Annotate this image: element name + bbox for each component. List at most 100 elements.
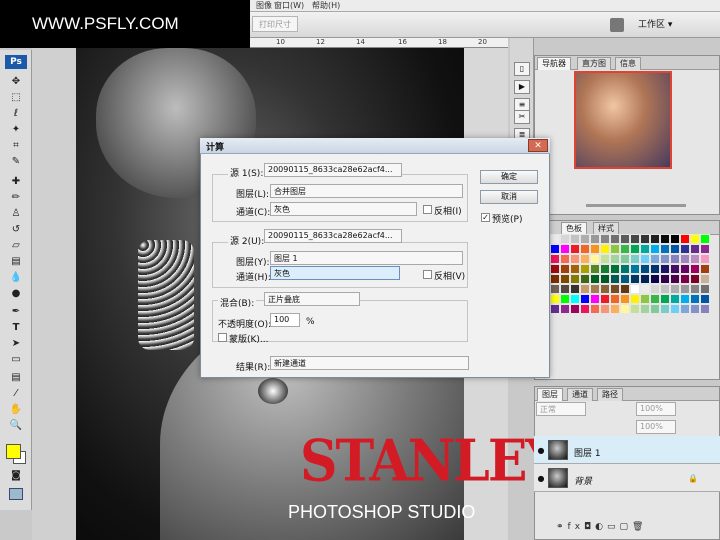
color-swatch[interactable]	[570, 254, 580, 264]
source2-layer-select[interactable]: 图层 1	[270, 251, 463, 265]
quick-mask-icon[interactable]: ◙	[9, 470, 23, 482]
color-swatch[interactable]	[690, 234, 700, 244]
mask-checkbox[interactable]	[218, 333, 227, 342]
color-swatch[interactable]	[600, 294, 610, 304]
blur-tool-icon[interactable]: 💧	[9, 272, 23, 284]
color-swatch[interactable]	[660, 264, 670, 274]
color-swatch[interactable]	[630, 254, 640, 264]
color-swatch[interactable]	[590, 304, 600, 314]
color-swatch[interactable]	[670, 234, 680, 244]
notes-tool-icon[interactable]: ▤	[9, 372, 23, 384]
blend-mode-select[interactable]: 正常	[536, 402, 586, 416]
color-swatch[interactable]	[600, 264, 610, 274]
color-swatch[interactable]	[580, 294, 590, 304]
color-swatch[interactable]	[650, 254, 660, 264]
layer-opacity-field[interactable]: 100%	[636, 402, 676, 416]
color-swatch[interactable]	[630, 264, 640, 274]
color-swatch[interactable]	[660, 294, 670, 304]
color-swatch[interactable]	[670, 264, 680, 274]
color-swatch[interactable]	[650, 284, 660, 294]
clone-stamp-icon[interactable]: ♙	[9, 208, 23, 220]
layer-fill-field[interactable]: 100%	[636, 420, 676, 434]
color-swatch[interactable]	[640, 294, 650, 304]
hand-tool-icon[interactable]: ✋	[9, 404, 23, 416]
source2-invert-checkbox[interactable]	[423, 270, 432, 279]
close-icon[interactable]: ✕	[528, 139, 548, 152]
color-swatch[interactable]	[580, 244, 590, 254]
color-swatch[interactable]	[560, 254, 570, 264]
color-swatch[interactable]	[680, 294, 690, 304]
tab-paths[interactable]: 路径	[597, 388, 623, 401]
bridge-icon[interactable]	[610, 18, 624, 32]
color-swatch[interactable]	[680, 304, 690, 314]
pen-tool-icon[interactable]: ✒	[9, 306, 23, 318]
color-swatch[interactable]	[640, 274, 650, 284]
menu-image[interactable]: 图像	[256, 0, 272, 11]
color-swatch[interactable]	[690, 244, 700, 254]
color-swatch[interactable]	[590, 294, 600, 304]
color-swatch[interactable]	[700, 264, 710, 274]
zoom-tool-icon[interactable]: 🔍	[9, 420, 23, 432]
color-swatch[interactable]	[680, 284, 690, 294]
color-swatch[interactable]	[550, 234, 560, 244]
color-swatch[interactable]	[610, 284, 620, 294]
color-swatch[interactable]	[640, 284, 650, 294]
color-swatch[interactable]	[590, 284, 600, 294]
color-swatch[interactable]	[650, 304, 660, 314]
color-swatch[interactable]	[550, 274, 560, 284]
tab-channels[interactable]: 通道	[567, 388, 593, 401]
color-swatch[interactable]	[670, 254, 680, 264]
tab-layers[interactable]: 图层	[537, 388, 563, 401]
type-tool-icon[interactable]: T	[9, 322, 23, 334]
color-swatch[interactable]	[570, 284, 580, 294]
color-swatch[interactable]	[620, 284, 630, 294]
eyedropper-tool-icon[interactable]: ✎	[9, 156, 23, 168]
color-swatch[interactable]	[580, 304, 590, 314]
gradient-tool-icon[interactable]: ▤	[9, 256, 23, 268]
color-swatch[interactable]	[560, 284, 570, 294]
source1-channel-select[interactable]: 灰色	[270, 202, 417, 216]
color-swatch[interactable]	[630, 234, 640, 244]
color-swatch[interactable]	[600, 304, 610, 314]
color-swatch[interactable]	[620, 254, 630, 264]
color-swatch[interactable]	[680, 244, 690, 254]
color-swatch[interactable]	[700, 284, 710, 294]
color-swatch[interactable]	[700, 274, 710, 284]
color-swatch[interactable]	[600, 254, 610, 264]
workspace-button[interactable]: 工作区 ▾	[638, 17, 672, 30]
color-swatch[interactable]	[670, 304, 680, 314]
color-swatch[interactable]	[560, 264, 570, 274]
brush-tool-icon[interactable]: ✏	[9, 192, 23, 204]
color-swatch[interactable]	[640, 234, 650, 244]
color-swatch[interactable]	[620, 274, 630, 284]
color-swatch[interactable]	[620, 294, 630, 304]
preview-checkbox[interactable]: ✓	[481, 213, 490, 222]
color-swatch[interactable]	[610, 294, 620, 304]
color-swatch[interactable]	[630, 294, 640, 304]
color-swatch[interactable]	[560, 294, 570, 304]
color-swatch[interactable]	[660, 284, 670, 294]
color-swatch[interactable]	[690, 294, 700, 304]
color-swatch[interactable]	[650, 264, 660, 274]
visibility-eye-icon[interactable]: ●	[536, 446, 546, 455]
visibility-eye-icon[interactable]: ●	[536, 474, 546, 483]
color-swatch[interactable]	[560, 304, 570, 314]
layer-name[interactable]: 背景	[574, 474, 592, 487]
eyedropper-icon[interactable]: ⁄	[9, 388, 23, 400]
history-brush-icon[interactable]: ↺	[9, 224, 23, 236]
color-swatch[interactable]	[680, 274, 690, 284]
color-swatch[interactable]	[600, 244, 610, 254]
color-swatch[interactable]	[630, 284, 640, 294]
color-swatch[interactable]	[650, 234, 660, 244]
color-swatch[interactable]	[590, 234, 600, 244]
color-swatch[interactable]	[630, 304, 640, 314]
color-swatch[interactable]	[700, 304, 710, 314]
color-swatch[interactable]	[570, 294, 580, 304]
color-swatch[interactable]	[660, 234, 670, 244]
color-swatch[interactable]	[700, 294, 710, 304]
color-swatch[interactable]	[700, 234, 710, 244]
color-swatch[interactable]	[690, 264, 700, 274]
result-select[interactable]: 新建通道	[270, 356, 469, 370]
print-size-button[interactable]: 打印尺寸	[252, 16, 298, 32]
navigator-zoom-slider[interactable]	[586, 204, 686, 207]
